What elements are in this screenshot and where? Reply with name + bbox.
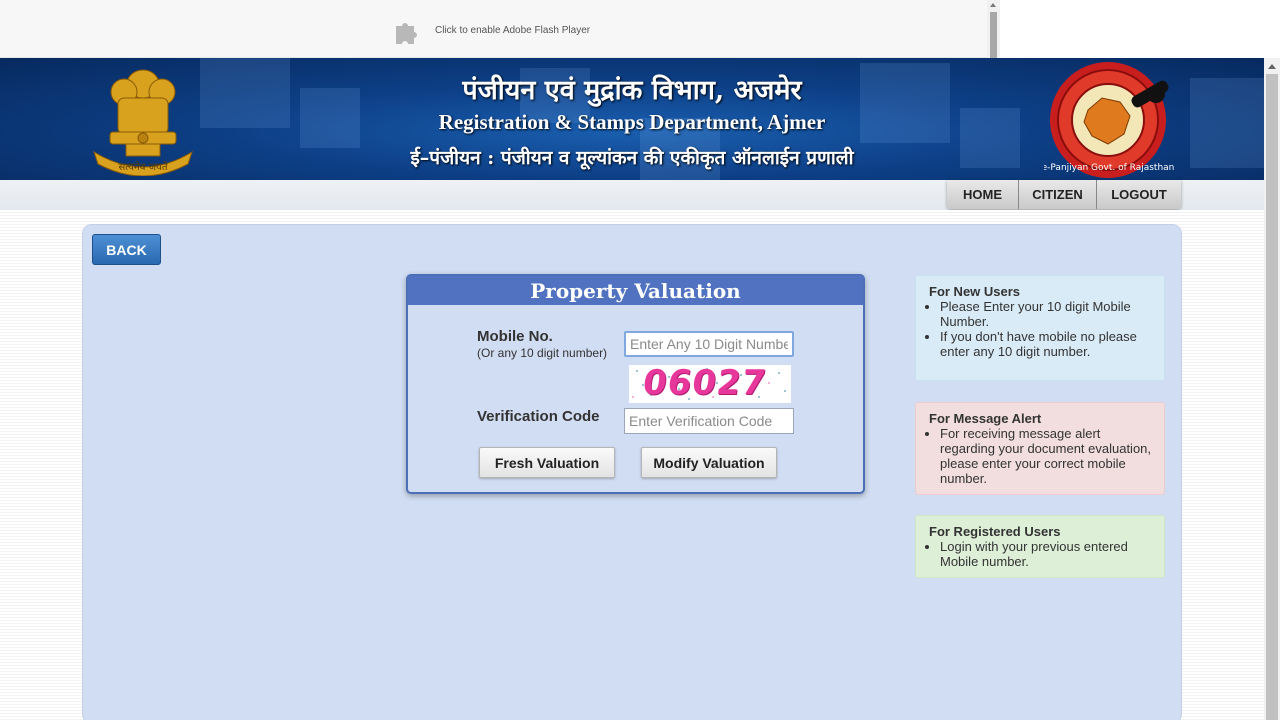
- seal-text: e-Panjiyan Govt. of Rajasthan: [1044, 163, 1174, 173]
- info-registered-users-title: For Registered Users: [929, 524, 1061, 539]
- scroll-up-arrow-icon[interactable]: [990, 3, 996, 7]
- page-scroll-thumb[interactable]: [1266, 74, 1278, 720]
- mobile-input[interactable]: [624, 331, 794, 357]
- modify-valuation-button[interactable]: Modify Valuation: [641, 447, 777, 478]
- captcha-text: 06027: [640, 365, 770, 403]
- info-new-users-item: Please Enter your 10 digit Mobile Number…: [940, 299, 1152, 329]
- info-message-alert-title: For Message Alert: [929, 411, 1042, 426]
- plugin-puzzle-icon: [396, 23, 417, 44]
- info-registered-users: For Registered Users Login with your pre…: [915, 515, 1165, 578]
- flash-enable-text[interactable]: Click to enable Adobe Flash Player: [435, 25, 590, 36]
- info-message-alert: For Message Alert For receiving message …: [915, 402, 1165, 495]
- info-new-users-item: If you don't have mobile no please enter…: [940, 329, 1152, 359]
- scroll-thumb[interactable]: [990, 12, 997, 58]
- e-panjiyan-seal-icon: e-Panjiyan Govt. of Rajasthan: [1044, 62, 1174, 178]
- mobile-sublabel: (Or any 10 digit number): [477, 346, 608, 360]
- nav-logout[interactable]: LOGOUT: [1097, 180, 1181, 209]
- info-new-users-title: For New Users: [929, 284, 1021, 299]
- back-button[interactable]: BACK: [92, 234, 161, 265]
- verification-input[interactable]: [624, 408, 794, 434]
- info-message-alert-item: For receiving message alert regarding yo…: [940, 426, 1152, 486]
- flash-plugin-placeholder[interactable]: Click to enable Adobe Flash Player: [0, 0, 1000, 58]
- header-banner: सत्यमेव जयते पंजीयन एवं मुद्रांक विभाग, …: [0, 58, 1264, 180]
- mobile-label: Mobile No.: [477, 328, 553, 345]
- property-valuation-form: Property Valuation Mobile No. (Or any 10…: [406, 274, 865, 494]
- main-menu: HOME CITIZEN LOGOUT: [947, 180, 1181, 209]
- form-title: Property Valuation: [408, 276, 863, 305]
- scroll-up-arrow-icon[interactable]: [1268, 64, 1276, 69]
- verification-label: Verification Code: [477, 408, 600, 425]
- nav-home[interactable]: HOME: [947, 180, 1019, 209]
- fresh-valuation-button[interactable]: Fresh Valuation: [479, 447, 615, 478]
- top-nav-bar: HOME CITIZEN LOGOUT: [0, 180, 1264, 210]
- captcha-image: 06027: [629, 365, 791, 403]
- nav-citizen[interactable]: CITIZEN: [1019, 180, 1097, 209]
- info-new-users: For New Users Please Enter your 10 digit…: [915, 275, 1165, 381]
- info-registered-users-item: Login with your previous entered Mobile …: [940, 539, 1152, 569]
- page-scrollbar[interactable]: [1264, 58, 1280, 720]
- flash-scrollbar[interactable]: [987, 0, 1000, 58]
